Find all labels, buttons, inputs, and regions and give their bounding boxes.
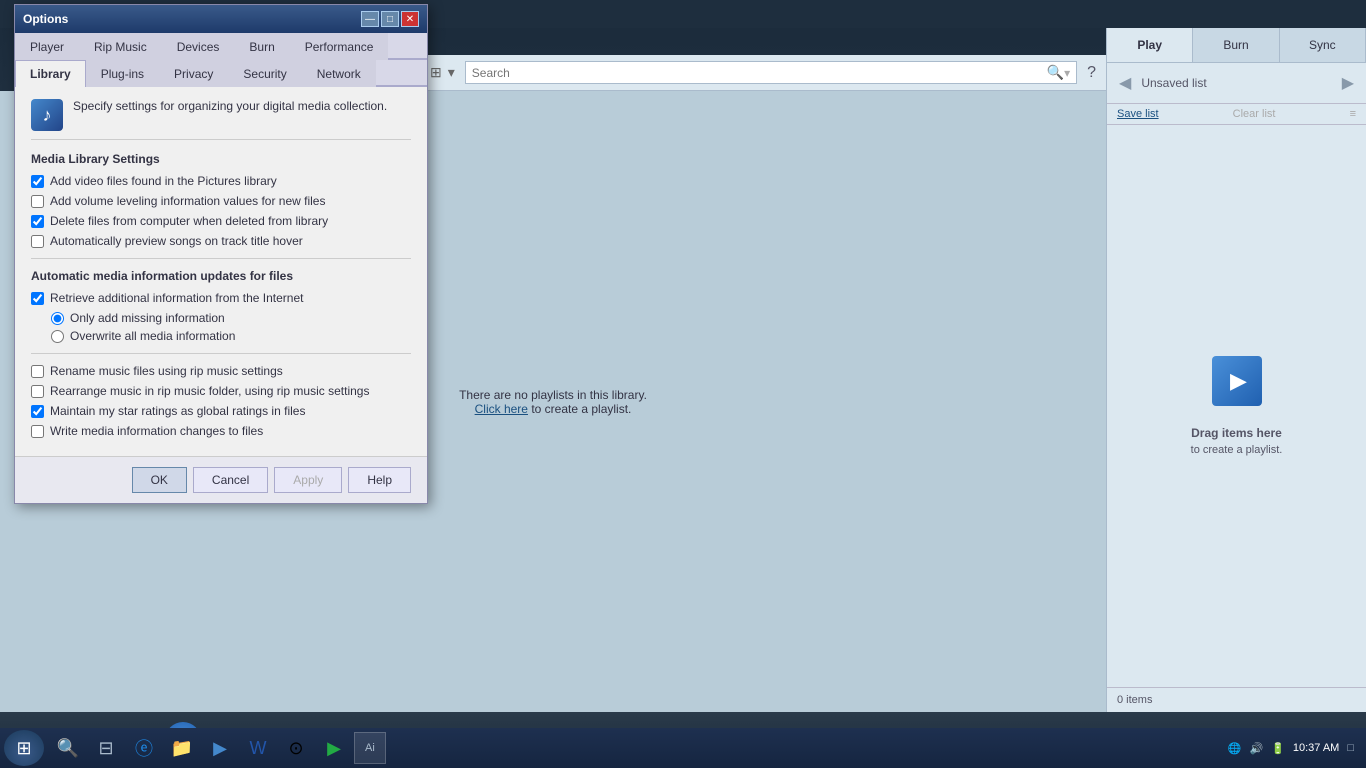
checkbox-maintain[interactable] (31, 405, 44, 418)
taskbar-battery-icon: 🔋 (1271, 742, 1285, 755)
checkbox-row-1: Add volume leveling information values f… (31, 194, 411, 208)
radio-overwrite[interactable] (51, 330, 64, 343)
checkbox-delete-files-label: Delete files from computer when deleted … (50, 214, 328, 228)
tab-library[interactable]: Library (15, 60, 86, 87)
dialog-content: Specify settings for organizing your dig… (15, 87, 427, 456)
dialog-close-btn[interactable]: ✕ (401, 11, 419, 27)
tab-privacy[interactable]: Privacy (159, 60, 228, 87)
taskbar-app-label: Ai (365, 742, 375, 754)
taskbar-explorer[interactable]: 📁 (164, 730, 200, 766)
checkbox-rename[interactable] (31, 365, 44, 378)
checkbox-write-label: Write media information changes to files (50, 424, 263, 438)
ok-button[interactable]: OK (132, 467, 187, 493)
tab-rip-music[interactable]: Rip Music (79, 33, 162, 60)
checkbox-rearrange-label: Rearrange music in rip music folder, usi… (50, 384, 369, 398)
section2-title: Automatic media information updates for … (31, 269, 411, 283)
dialog-media-icon (31, 99, 63, 131)
taskbar-search-icon: 🔍 (57, 738, 79, 759)
checkbox-write-row: Write media information changes to files (31, 424, 411, 438)
tab-devices[interactable]: Devices (162, 33, 235, 60)
taskbar-chrome-icon: ⊙ (288, 738, 303, 759)
section1-title: Media Library Settings (31, 152, 411, 166)
taskbar-green-icon: ▶ (327, 738, 341, 759)
checkbox-row-3: Automatically preview songs on track tit… (31, 234, 411, 248)
section-divider-2 (31, 353, 411, 354)
help-button[interactable]: Help (348, 467, 411, 493)
checkbox-maintain-row: Maintain my star ratings as global ratin… (31, 404, 411, 418)
radio-add-missing-label: Only add missing information (70, 311, 225, 325)
tab-player[interactable]: Player (15, 33, 79, 60)
retrieve-checkbox-row: Retrieve additional information from the… (31, 291, 411, 305)
taskbar-notification-icon[interactable]: □ (1347, 742, 1354, 754)
dialog-window-controls: — □ ✕ (361, 11, 419, 27)
options-dialog: Options — □ ✕ Player Rip Music Devices B… (14, 4, 428, 504)
taskbar-ie[interactable]: ⓔ (126, 730, 162, 766)
taskbar-search[interactable]: 🔍 (50, 730, 86, 766)
taskbar-time: 10:37 AM (1293, 742, 1339, 754)
taskbar-explorer-icon: 📁 (171, 738, 193, 759)
dialog-minimize-btn[interactable]: — (361, 11, 379, 27)
taskbar-wmp[interactable]: ▶ (202, 730, 238, 766)
tab-burn[interactable]: Burn (234, 33, 289, 60)
radio-row-0: Only add missing information (31, 311, 411, 325)
taskbar-greenapp[interactable]: ▶ (316, 730, 352, 766)
section-divider (31, 258, 411, 259)
apply-button[interactable]: Apply (274, 467, 342, 493)
radio-row-1: Overwrite all media information (31, 329, 411, 343)
checkbox-add-volume-label: Add volume leveling information values f… (50, 194, 325, 208)
dialog-footer: OK Cancel Apply Help (15, 456, 427, 503)
auto-update-section: Automatic media information updates for … (31, 269, 411, 343)
checkbox-maintain-label: Maintain my star ratings as global ratin… (50, 404, 305, 418)
checkbox-rearrange-row: Rearrange music in rip music folder, usi… (31, 384, 411, 398)
taskbar-task-view[interactable]: ⊟ (88, 730, 124, 766)
taskbar-chrome[interactable]: ⊙ (278, 730, 314, 766)
checkbox-row-0: Add video files found in the Pictures li… (31, 174, 411, 188)
taskbar-right: 🌐 🔊 🔋 10:37 AM □ (1228, 742, 1362, 755)
radio-add-missing[interactable] (51, 312, 64, 325)
start-button[interactable]: ⊞ (4, 730, 44, 766)
checkbox-rename-row: Rename music files using rip music setti… (31, 364, 411, 378)
checkbox-auto-preview-label: Automatically preview songs on track tit… (50, 234, 303, 248)
tab-security[interactable]: Security (228, 60, 301, 87)
taskbar-network-icon: 🌐 (1228, 742, 1242, 755)
cancel-button[interactable]: Cancel (193, 467, 268, 493)
taskbar-ie-icon: ⓔ (135, 735, 153, 761)
taskbar-active-app[interactable]: Ai (354, 732, 386, 764)
checkbox-add-video[interactable] (31, 175, 44, 188)
taskbar-volume-icon: 🔊 (1249, 742, 1263, 755)
checkbox-add-volume[interactable] (31, 195, 44, 208)
dialog-maximize-btn[interactable]: □ (381, 11, 399, 27)
taskbar: ⊞ 🔍 ⊟ ⓔ 📁 ▶ W ⊙ ▶ Ai 🌐 🔊 🔋 10:37 AM □ (0, 728, 1366, 768)
checkbox-add-video-label: Add video files found in the Pictures li… (50, 174, 277, 188)
taskbar-word-icon: W (250, 738, 267, 759)
radio-overwrite-label: Overwrite all media information (70, 329, 235, 343)
checkbox-retrieve-info[interactable] (31, 292, 44, 305)
checkbox-rename-label: Rename music files using rip music setti… (50, 364, 283, 378)
dialog-description-text: Specify settings for organizing your dig… (73, 99, 387, 113)
tab-plugins[interactable]: Plug-ins (86, 60, 159, 87)
checkbox-write[interactable] (31, 425, 44, 438)
tab-network[interactable]: Network (302, 60, 376, 87)
taskbar-word[interactable]: W (240, 730, 276, 766)
dialog-overlay: Options — □ ✕ Player Rip Music Devices B… (0, 0, 1366, 728)
dialog-title: Options (23, 12, 68, 26)
checkbox-retrieve-info-label: Retrieve additional information from the… (50, 291, 303, 305)
checkbox-row-2: Delete files from computer when deleted … (31, 214, 411, 228)
taskbar-taskview-icon: ⊟ (98, 738, 113, 759)
dialog-titlebar: Options — □ ✕ (15, 5, 427, 33)
tab-performance[interactable]: Performance (290, 33, 389, 60)
checkbox-auto-preview[interactable] (31, 235, 44, 248)
checkbox-delete-files[interactable] (31, 215, 44, 228)
dialog-description: Specify settings for organizing your dig… (31, 99, 411, 140)
dialog-tabs: Player Rip Music Devices Burn Performanc… (15, 33, 427, 60)
checkbox-rearrange[interactable] (31, 385, 44, 398)
taskbar-wmp-icon: ▶ (213, 738, 227, 759)
dialog-tabs-row2: Library Plug-ins Privacy Security Networ… (15, 60, 427, 87)
